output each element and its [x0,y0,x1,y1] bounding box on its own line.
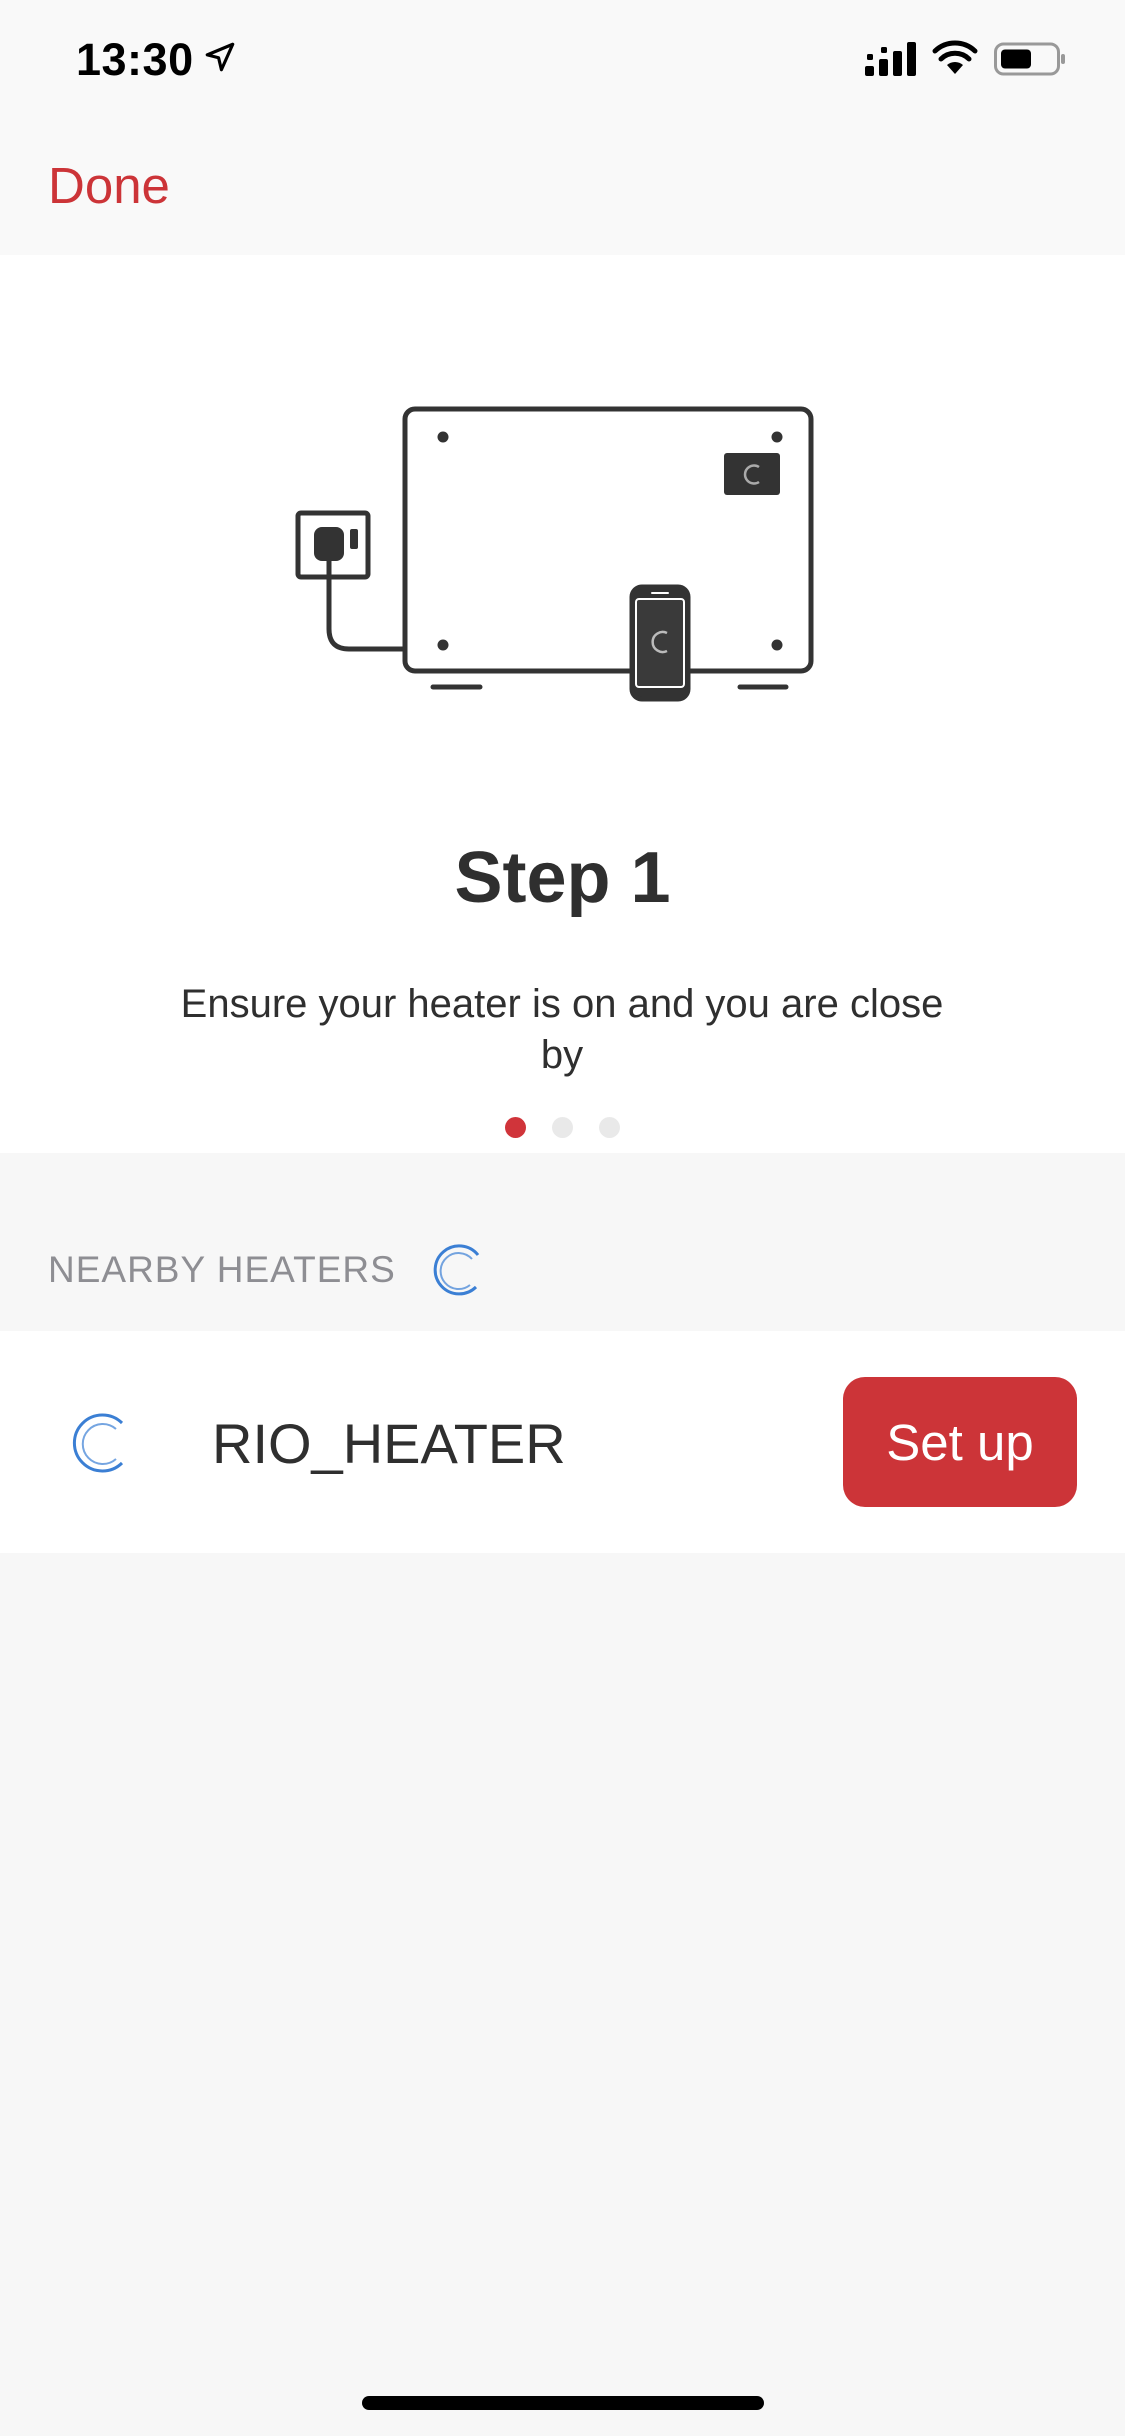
battery-icon [994,42,1065,76]
nearby-heaters-header: NEARBY HEATERS [0,1153,1125,1331]
home-indicator[interactable] [362,2396,764,2410]
page-dot-3[interactable] [599,1117,620,1138]
page-dot-2[interactable] [552,1117,573,1138]
list-item[interactable]: RIO_HEATER Set up [0,1331,1125,1553]
location-arrow-icon [205,42,235,72]
setup-button[interactable]: Set up [843,1377,1077,1507]
onboarding-step-panel: Step 1 Ensure your heater is on and you … [0,255,1125,1153]
page-dot-1[interactable] [505,1117,526,1138]
cellular-signal-icon [865,42,916,76]
step-description: Ensure your heater is on and you are clo… [180,982,944,1077]
loading-spinner-icon [433,1244,480,1296]
wifi-icon [932,40,978,74]
status-bar: 13:30 [0,0,1125,120]
navigation-bar: Done [0,120,1125,255]
status-time: 13:30 [76,34,194,85]
done-button[interactable]: Done [48,156,170,215]
device-name: RIO_HEATER [212,1412,566,1475]
section-title: NEARBY HEATERS [48,1249,396,1290]
page-indicator[interactable] [0,1117,1125,1138]
step-title: Step 1 [454,838,671,918]
heater-plug-phone-illustration [295,406,814,702]
loading-spinner-icon [72,1413,124,1473]
